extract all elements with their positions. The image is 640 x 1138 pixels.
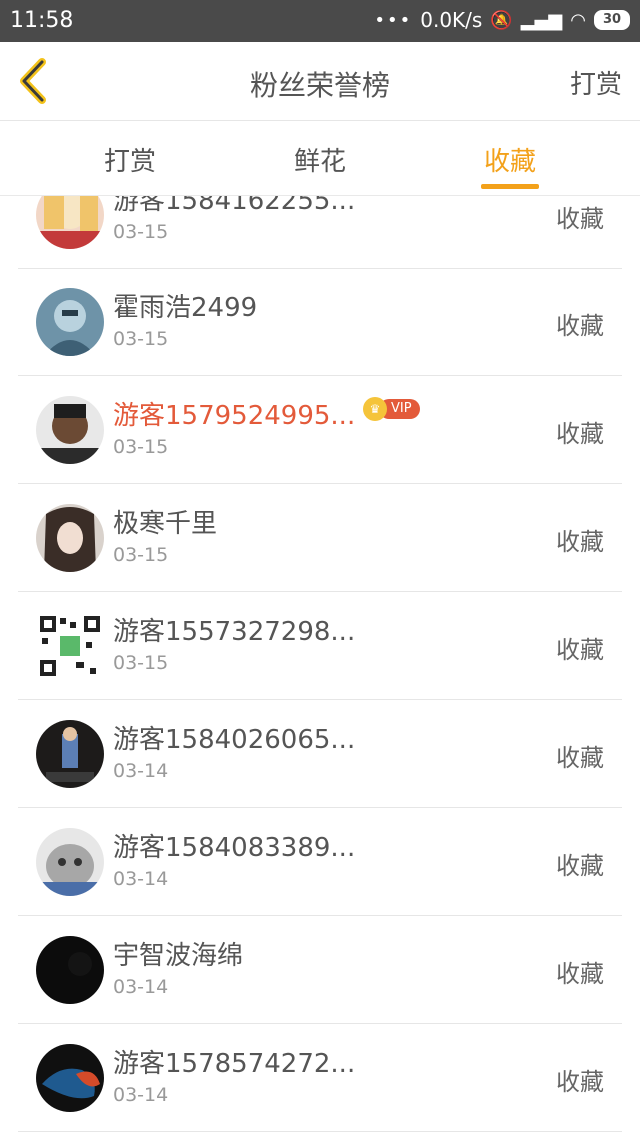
list-item-action: 收藏 — [556, 744, 604, 772]
list-item-action: 收藏 — [556, 420, 604, 448]
more-notifications-icon: ••• — [374, 9, 413, 31]
status-bar: 11:58 ••• 0.0K/s 🔕 ▂▄▆ ◠ 30 — [0, 0, 640, 42]
list-item[interactable]: 游客1584083389... 03-14 收藏 — [18, 808, 622, 916]
avatar — [36, 828, 104, 896]
avatar — [36, 288, 104, 356]
list-item-name: 游客1578574272... — [113, 1049, 356, 1079]
list-item-date: 03-15 — [113, 652, 169, 674]
list-item-date: 03-14 — [113, 760, 169, 782]
list-item[interactable]: 游客1584162255... 03-15 收藏 — [18, 196, 622, 269]
signal-icon: ▂▄▆ — [520, 9, 563, 31]
status-icons: ••• 0.0K/s 🔕 ▂▄▆ ◠ 30 — [374, 8, 630, 32]
reward-button[interactable]: 打赏 — [570, 64, 622, 101]
list-item-action: 收藏 — [556, 852, 604, 880]
network-speed: 0.0K/s — [420, 8, 483, 32]
app-header: 粉丝荣誉榜 打赏 — [0, 42, 640, 121]
tab-reward[interactable]: 打赏 — [104, 141, 156, 178]
list-item-action: 收藏 — [556, 636, 604, 664]
crown-icon: ♛ — [363, 397, 387, 421]
vip-badge: ♛ VIP — [363, 397, 420, 421]
list-item-action: 收藏 — [556, 528, 604, 556]
list-item-action: 收藏 — [556, 312, 604, 340]
list-item-date: 03-14 — [113, 1084, 169, 1106]
fan-list[interactable]: 游客1584162255... 03-15 收藏 霍雨浩2499 03-15 收… — [0, 196, 640, 1138]
list-item-name: 游客1557327298... — [113, 617, 356, 647]
list-item[interactable]: 极寒千里 03-15 收藏 — [18, 484, 622, 592]
list-item[interactable]: 游客1584026065... 03-14 收藏 — [18, 700, 622, 808]
list-item-date: 03-15 — [113, 436, 169, 458]
status-time: 11:58 — [10, 8, 74, 33]
avatar — [36, 396, 104, 464]
avatar — [36, 196, 104, 249]
mute-icon: 🔕 — [490, 9, 513, 31]
wifi-icon: ◠ — [570, 9, 586, 31]
list-item-date: 03-15 — [113, 544, 169, 566]
list-item-action: 收藏 — [556, 205, 604, 233]
tab-favorites[interactable]: 收藏 — [484, 141, 536, 178]
list-item-action: 收藏 — [556, 960, 604, 988]
avatar — [36, 720, 104, 788]
tab-bar: 打赏 鲜花 收藏 — [0, 121, 640, 196]
list-item-date: 03-14 — [113, 868, 169, 890]
list-item-name: 宇智波海绵 — [113, 941, 244, 971]
list-item-date: 03-14 — [113, 976, 169, 998]
avatar — [36, 936, 104, 1004]
list-item-name: 游客1584083389... — [113, 833, 356, 863]
list-item-name: 游客1579524995... — [113, 401, 356, 431]
list-item-date: 03-15 — [113, 221, 169, 243]
page-title: 粉丝荣誉榜 — [249, 69, 390, 102]
list-item[interactable]: 游客1557327298... 03-15 收藏 — [18, 592, 622, 700]
avatar — [36, 1044, 104, 1112]
list-item-name: 游客1584162255... — [113, 196, 356, 216]
active-tab-indicator — [481, 184, 539, 189]
list-item-date: 03-15 — [113, 328, 169, 350]
list-item-name: 霍雨浩2499 — [113, 293, 258, 323]
list-item[interactable]: 游客1578574272... 03-14 收藏 — [18, 1024, 622, 1132]
avatar — [36, 504, 104, 572]
avatar — [36, 612, 104, 680]
list-item-action: 收藏 — [556, 1068, 604, 1096]
list-item-name: 极寒千里 — [113, 509, 218, 539]
battery-icon: 30 — [594, 10, 630, 30]
list-item-name: 游客1584026065... — [113, 725, 356, 755]
list-item[interactable]: 霍雨浩2499 03-15 收藏 — [18, 268, 622, 376]
list-item[interactable]: 宇智波海绵 03-14 收藏 — [18, 916, 622, 1024]
list-item[interactable]: 游客1579524995... ♛ VIP 03-15 收藏 — [18, 376, 622, 484]
tab-flowers[interactable]: 鲜花 — [294, 141, 346, 178]
